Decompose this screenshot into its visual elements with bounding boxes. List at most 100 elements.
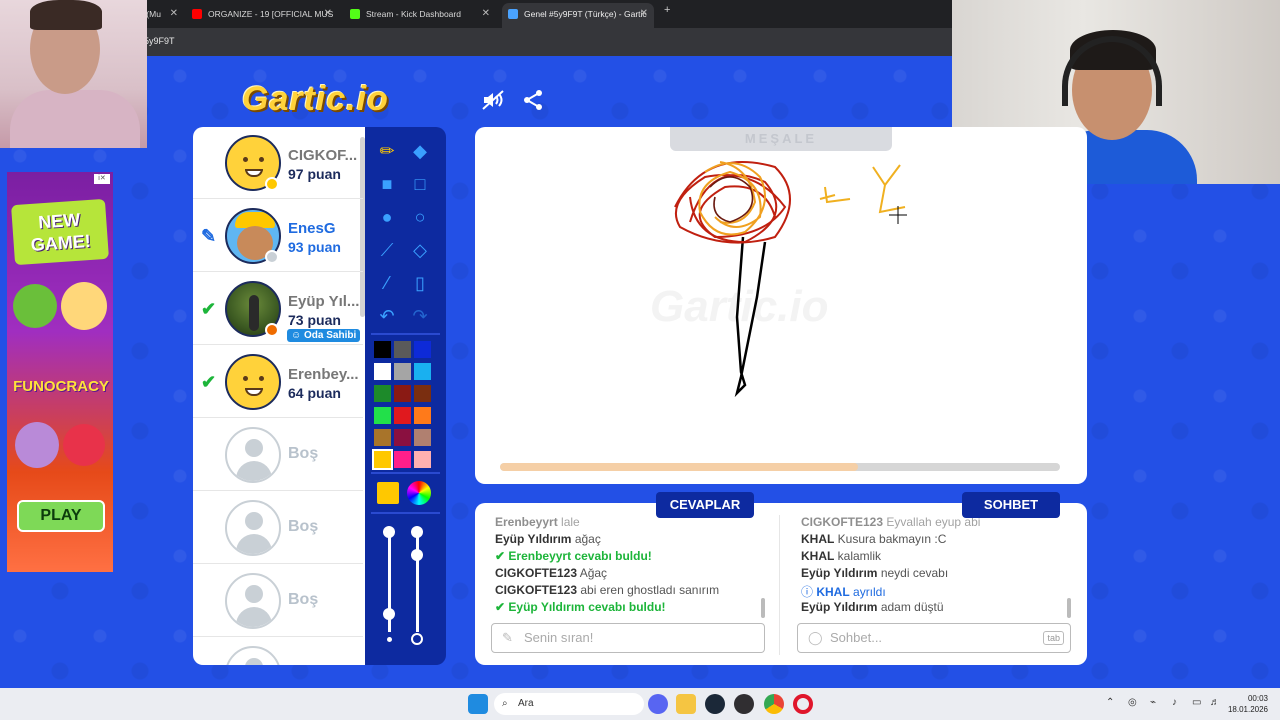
color-swatch[interactable] [414, 341, 431, 358]
player-row[interactable]: ✔ Erenbey... 64 puan [193, 346, 363, 418]
color-swatch[interactable] [394, 363, 411, 380]
new-page-tool-icon[interactable]: ▯ [408, 271, 432, 295]
color-swatch[interactable] [394, 451, 411, 468]
volume-icon[interactable]: ♬ [1210, 697, 1220, 708]
rectangle-tool-icon[interactable]: □ [408, 172, 432, 196]
ad-character-angry-icon [63, 424, 105, 466]
browser-tab-2[interactable]: ORGANIZE - 19 [OFFICIAL MUS ✕ [186, 3, 338, 28]
new-tab-icon[interactable]: + [664, 4, 670, 16]
message-text: ayrıldı [853, 585, 886, 599]
color-swatch[interactable] [394, 385, 411, 402]
chat-scrollbar[interactable] [1067, 598, 1071, 618]
color-wheel-icon[interactable] [407, 481, 431, 505]
browser-tab-4[interactable]: Genel #5y9F9T (Türkçe) - Gartic ✕ [502, 3, 654, 28]
color-swatch[interactable] [394, 429, 411, 446]
player-row[interactable]: CIGKOF... 97 puan [193, 127, 363, 199]
pencil-tool-icon[interactable]: ✏ [375, 139, 399, 163]
chat-section-title: SOHBET [962, 492, 1060, 518]
tray-app-icon[interactable]: ◎ [1128, 697, 1137, 708]
opacity-slider[interactable] [416, 532, 419, 632]
steam-icon[interactable] [705, 694, 725, 714]
obs-icon[interactable] [734, 694, 754, 714]
drawing-canvas[interactable]: Gartic.io MEŞALE [475, 127, 1087, 484]
chat-input[interactable]: ◯ Sohbet... tab [797, 623, 1071, 653]
color-swatch[interactable] [372, 449, 393, 470]
color-swatch[interactable] [414, 429, 431, 446]
player-score: 73 puan [288, 312, 341, 328]
mute-sound-icon[interactable] [481, 88, 505, 112]
kick-favicon [350, 9, 360, 19]
toolbar-divider [371, 333, 440, 335]
color-swatch[interactable] [374, 363, 391, 380]
color-swatch[interactable] [374, 385, 391, 402]
line-tool-icon[interactable]: ⟋ [375, 238, 399, 262]
chat-message: CIGKOFTE123 Ağaç [495, 566, 607, 580]
tab-label: Genel #5y9F9T (Türkçe) - Gartic [524, 9, 647, 19]
tray-chevron-icon[interactable]: ⌃ [1106, 697, 1114, 708]
color-swatch[interactable] [414, 385, 431, 402]
fill-bucket-tool-icon[interactable]: ◆ [408, 139, 432, 163]
tab-label: ORGANIZE - 19 [OFFICIAL MUS [208, 9, 334, 19]
message-user: CIGKOFTE123 [801, 515, 884, 529]
guessed-check-icon: ✔ [495, 600, 509, 614]
file-explorer-icon[interactable] [676, 694, 696, 714]
share-icon[interactable] [521, 88, 545, 112]
taskbar-search[interactable]: ⌕ Ara [494, 693, 644, 715]
eraser-tool-icon[interactable]: ◇ [408, 238, 432, 262]
advertisement-banner[interactable]: i✕ NEW GAME! FUNOCRACY PLAY [7, 172, 113, 572]
close-tab-icon[interactable]: ✕ [324, 3, 332, 25]
answer-input[interactable]: ✎ Senin sıran! [491, 623, 765, 653]
color-swatch[interactable] [394, 407, 411, 424]
answers-scrollbar[interactable] [761, 598, 765, 618]
brush-size-knob[interactable] [383, 608, 395, 620]
status-dot [265, 177, 279, 191]
chat-panel: Erenbeyyrt lale Eyüp Yıldırım ağaç ✔ Erenb… [475, 503, 1087, 665]
player-score: 64 puan [288, 385, 341, 401]
close-tab-icon[interactable]: ✕ [170, 3, 178, 25]
taskbar-search-label: Ara [518, 698, 534, 709]
status-dot [265, 250, 279, 264]
message-user: Erenbeyyrt [508, 549, 572, 563]
color-swatch[interactable] [374, 341, 391, 358]
redo-tool-icon[interactable]: ↷ [408, 304, 432, 328]
color-swatch[interactable] [374, 429, 391, 446]
circle-tool-icon[interactable]: ○ [408, 205, 432, 229]
network-icon[interactable]: ⌁ [1150, 697, 1156, 708]
player-row[interactable]: ✔ Eyüp Yıl... 73 puan ☺ Oda Sahibi [193, 273, 363, 345]
ad-play-button[interactable]: PLAY [17, 500, 105, 532]
color-swatch[interactable] [394, 341, 411, 358]
tab-key-hint: tab [1043, 631, 1064, 645]
browser-tab-3[interactable]: Stream - Kick Dashboard ✕ [344, 3, 496, 28]
microphone-icon[interactable]: ♪ [1172, 697, 1177, 708]
gartic-favicon [508, 9, 518, 19]
player-row[interactable]: ✎ EnesG 93 puan [193, 200, 363, 272]
empty-slot: Boş [193, 492, 363, 564]
ad-info-icon[interactable]: i✕ [94, 174, 110, 184]
color-swatch[interactable] [414, 407, 431, 424]
opera-icon[interactable] [793, 694, 813, 714]
message-user: Eyüp Yıldırım [801, 600, 878, 614]
close-tab-icon[interactable]: ✕ [482, 3, 490, 25]
round-timer-bar [500, 463, 1060, 471]
ad-character-bearded-icon [15, 422, 59, 468]
color-swatch[interactable] [414, 451, 431, 468]
chat-message: CIGKOFTE123 abi eren ghostladı sanırım [495, 583, 719, 597]
color-swatch[interactable] [414, 363, 431, 380]
opacity-knob[interactable] [411, 549, 423, 561]
avatar-eye [259, 376, 264, 381]
eyedropper-tool-icon[interactable]: ⁄ [375, 271, 399, 295]
discord-icon[interactable] [648, 694, 668, 714]
transparent-icon [411, 633, 423, 645]
windows-start-icon[interactable] [468, 694, 488, 714]
system-clock[interactable]: 00:03 18.01.2026 [1228, 693, 1268, 715]
color-swatch[interactable] [374, 407, 391, 424]
message-user: CIGKOFTE123 [495, 583, 578, 597]
message-text: ağaç [574, 532, 601, 546]
undo-tool-icon[interactable]: ↶ [375, 304, 399, 328]
chrome-icon[interactable] [764, 694, 784, 714]
filled-circle-tool-icon[interactable]: ● [375, 205, 399, 229]
display-icon[interactable]: ▭ [1192, 697, 1201, 708]
filled-rectangle-tool-icon[interactable]: ■ [375, 172, 399, 196]
empty-avatar-icon [225, 427, 281, 483]
close-tab-icon[interactable]: ✕ [640, 3, 648, 25]
